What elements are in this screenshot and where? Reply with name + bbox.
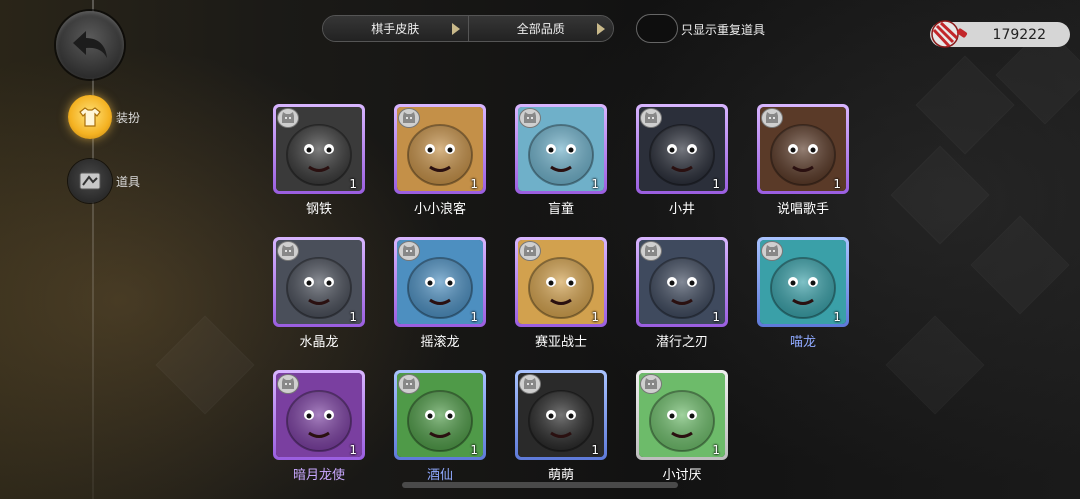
cat-face-icon — [398, 374, 420, 394]
triangle-right-icon — [451, 23, 460, 35]
cat-face-icon — [519, 241, 541, 261]
filter-bar: 棋手皮肤 全部品质 — [322, 15, 614, 42]
skin-card[interactable]: 1 赛亚战士 — [515, 237, 607, 350]
filter-category-label: 棋手皮肤 — [371, 22, 420, 36]
skin-card-frame: 1 — [394, 237, 486, 327]
skin-name: 喵龙 — [789, 335, 816, 350]
cat-face-icon — [398, 108, 420, 128]
cat-face-icon — [277, 241, 299, 261]
skin-name: 赛亚战士 — [534, 335, 587, 350]
skin-count: 1 — [833, 177, 841, 191]
skin-card[interactable]: 1 说唱歌手 — [757, 104, 849, 217]
sidebar-item-label: 装扮 — [116, 110, 141, 125]
skin-card[interactable]: 1 暗月龙使 — [273, 370, 365, 483]
skin-count: 1 — [470, 177, 478, 191]
skin-count: 1 — [349, 443, 357, 457]
skin-card-frame: 1 — [757, 104, 849, 194]
skin-card[interactable]: 1 小讨厌 — [636, 370, 728, 483]
sidebar-item-outfit[interactable]: 装扮 — [68, 95, 140, 139]
cat-face-icon — [640, 241, 662, 261]
duplicates-toggle-label: 只显示重复道具 — [681, 23, 766, 37]
duplicates-toggle[interactable] — [636, 14, 678, 43]
skin-card[interactable]: 1 萌萌 — [515, 370, 607, 483]
skin-name: 酒仙 — [426, 468, 453, 483]
filter-category-dropdown[interactable]: 棋手皮肤 — [323, 16, 468, 41]
skin-count: 1 — [712, 177, 720, 191]
filter-quality-label: 全部品质 — [516, 22, 565, 36]
skin-name: 说唱歌手 — [776, 202, 829, 217]
skin-count: 1 — [833, 310, 841, 324]
skin-count: 1 — [470, 310, 478, 324]
skin-count: 1 — [591, 177, 599, 191]
cat-face-icon — [640, 108, 662, 128]
skin-name: 水晶龙 — [299, 335, 339, 350]
skin-count: 1 — [712, 443, 720, 457]
horizontal-scrollbar[interactable] — [402, 482, 678, 488]
skin-card-frame: 1 — [394, 370, 486, 460]
skin-name: 小井 — [668, 202, 695, 217]
skin-card[interactable]: 1 摇滚龙 — [394, 237, 486, 350]
cat-face-icon — [277, 108, 299, 128]
skin-card-frame: 1 — [273, 104, 365, 194]
skin-name: 摇滚龙 — [420, 335, 460, 350]
skin-name: 潜行之刃 — [655, 335, 708, 350]
skin-count: 1 — [591, 443, 599, 457]
skin-name: 小讨厌 — [662, 468, 702, 483]
skin-count: 1 — [349, 310, 357, 324]
skin-card-frame: 1 — [515, 370, 607, 460]
skin-card-frame: 1 — [273, 237, 365, 327]
skin-card-frame: 1 — [515, 237, 607, 327]
cat-face-icon — [398, 241, 420, 261]
skin-card-frame: 1 — [757, 237, 849, 327]
skin-card-frame: 1 — [394, 104, 486, 194]
shirt-icon — [68, 95, 112, 139]
cat-face-icon — [761, 108, 783, 128]
cat-face-icon — [519, 108, 541, 128]
skin-card[interactable]: 1 钢铁 — [273, 104, 365, 217]
skin-name: 钢铁 — [305, 202, 332, 217]
skin-card[interactable]: 1 喵龙 — [757, 237, 849, 350]
cat-face-icon — [761, 241, 783, 261]
skin-card-frame: 1 — [636, 104, 728, 194]
skin-card[interactable]: 1 盲童 — [515, 104, 607, 217]
skin-count: 1 — [712, 310, 720, 324]
skin-name: 萌萌 — [547, 468, 574, 483]
skin-card-frame: 1 — [515, 104, 607, 194]
skin-count: 1 — [470, 443, 478, 457]
skin-name: 暗月龙使 — [292, 468, 345, 483]
candy-icon — [931, 20, 968, 48]
skin-name: 小小浪客 — [413, 202, 466, 217]
skin-card[interactable]: 1 小井 — [636, 104, 728, 217]
skin-count: 1 — [591, 310, 599, 324]
skin-card[interactable]: 1 酒仙 — [394, 370, 486, 483]
cat-face-icon — [519, 374, 541, 394]
skin-name: 盲童 — [547, 202, 574, 217]
skin-card[interactable]: 1 水晶龙 — [273, 237, 365, 350]
filter-quality-dropdown[interactable]: 全部品质 — [467, 16, 613, 41]
sidebar-item-props[interactable]: 道具 — [68, 159, 140, 203]
back-button[interactable] — [56, 11, 124, 79]
currency-amount: 179222 — [992, 26, 1046, 43]
skin-card-frame: 1 — [273, 370, 365, 460]
skin-card-frame: 1 — [636, 237, 728, 327]
skin-card[interactable]: 1 小小浪客 — [394, 104, 486, 217]
skin-card[interactable]: 1 潜行之刃 — [636, 237, 728, 350]
triangle-right-icon — [597, 23, 605, 35]
sidebar-item-label: 道具 — [116, 174, 141, 189]
item-icon — [68, 159, 112, 203]
skin-count: 1 — [349, 177, 357, 191]
skin-card-frame: 1 — [636, 370, 728, 460]
back-arrow-icon — [73, 31, 107, 58]
cat-face-icon — [640, 374, 662, 394]
cat-face-icon — [277, 374, 299, 394]
